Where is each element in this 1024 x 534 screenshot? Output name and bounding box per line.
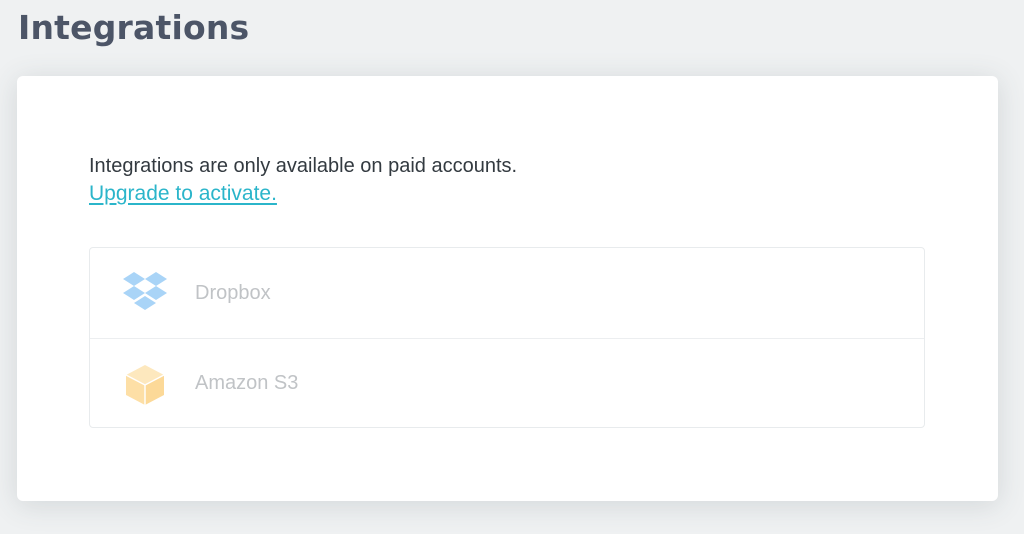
integration-row-amazon-s3[interactable]: Amazon S3 xyxy=(90,338,924,428)
integration-label-dropbox: Dropbox xyxy=(195,281,271,304)
integrations-card: Integrations are only available on paid … xyxy=(17,76,998,501)
upgrade-link[interactable]: Upgrade to activate. xyxy=(89,180,277,208)
integration-list: Dropbox Amazon S3 xyxy=(89,247,925,428)
integration-row-dropbox[interactable]: Dropbox xyxy=(90,248,924,338)
dropbox-icon xyxy=(121,269,169,317)
amazon-s3-box-icon xyxy=(121,360,169,408)
paid-accounts-notice: Integrations are only available on paid … xyxy=(89,155,518,177)
page-title: Integrations xyxy=(18,8,250,47)
integration-label-amazon-s3: Amazon S3 xyxy=(195,372,299,394)
